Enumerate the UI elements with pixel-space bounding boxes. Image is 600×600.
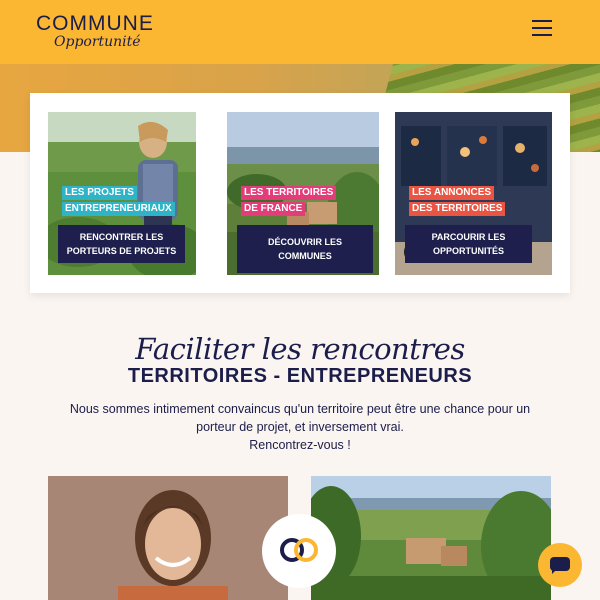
logo-sub-text: Opportunité (54, 34, 141, 50)
card-territories-tag: LES TERRITOIRES DE FRANCE (237, 185, 340, 219)
section-intro-line1: Nous sommes intimement convaincus qu'un … (69, 402, 531, 434)
chat-bubble-tail (552, 569, 557, 574)
ring-right (294, 538, 318, 562)
card-territories-tag-line1: LES TERRITOIRES (241, 186, 337, 200)
connection-rings-icon (262, 514, 336, 588)
section-intro-line2: Rencontrez-vous ! (249, 438, 351, 452)
hamburger-icon[interactable] (532, 20, 552, 38)
card-listings-button[interactable]: PARCOURIR LES OPPORTUNITÉS (405, 225, 532, 263)
site-logo[interactable]: COMMUNE Opportunité (36, 10, 156, 54)
category-card-panel: LES PROJETS ENTREPRENEURIAUX RENCONTRER … (30, 93, 570, 293)
section-intro: Nous sommes intimement convaincus qu'un … (50, 400, 550, 454)
entrepreneur-photo (48, 476, 288, 600)
card-listings[interactable]: LES ANNONCES DES TERRITOIRES PARCOURIR L… (395, 112, 552, 275)
card-listings-tag-line2: DES TERRITOIRES (409, 202, 506, 216)
card-projects[interactable]: LES PROJETS ENTREPRENEURIAUX RENCONTRER … (48, 112, 196, 275)
card-projects-tag: LES PROJETS ENTREPRENEURIAUX (58, 185, 179, 219)
territory-photo (311, 476, 551, 600)
card-projects-button[interactable]: RENCONTRER LES PORTEURS DE PROJETS (58, 225, 185, 263)
card-territories[interactable]: LES TERRITOIRES DE FRANCE DÉCOUVRIR LES … (227, 112, 379, 275)
section-title: TERRITOIRES - ENTREPRENEURS (127, 365, 473, 387)
card-projects-tag-line2: ENTREPRENEURIAUX (62, 202, 175, 216)
chat-button[interactable] (538, 543, 582, 587)
card-listings-tag: LES ANNONCES DES TERRITOIRES (405, 185, 509, 219)
card-listings-tag-line1: LES ANNONCES (409, 186, 495, 200)
card-territories-button[interactable]: DÉCOUVRIR LES COMMUNES (237, 225, 373, 273)
site-header: COMMUNE Opportunité (0, 0, 600, 64)
card-territories-tag-line2: DE FRANCE (241, 202, 306, 216)
card-projects-tag-line1: LES PROJETS (62, 186, 137, 200)
logo-main-text: COMMUNE (36, 12, 154, 35)
section-script-title: Faciliter les rencontres (135, 332, 465, 366)
